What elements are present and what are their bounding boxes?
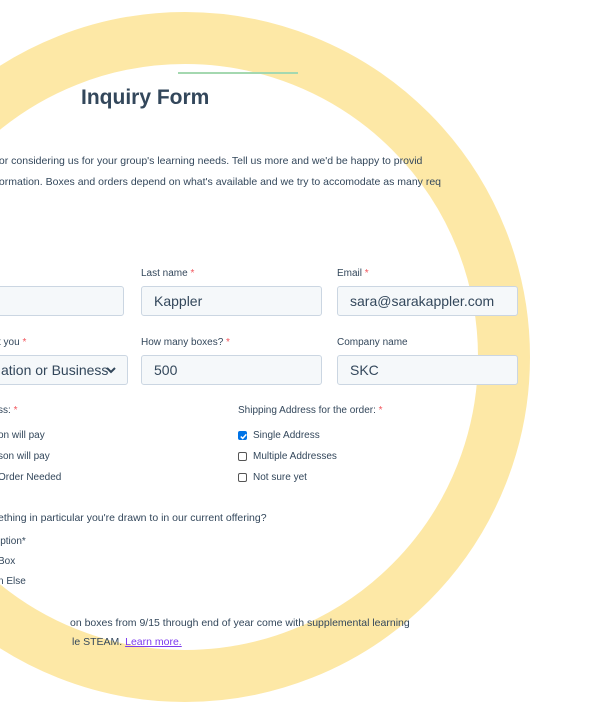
checkbox-icon[interactable] — [238, 473, 247, 482]
payment-option[interactable]: on will pay — [0, 430, 45, 441]
last-name-input[interactable]: Kappler — [141, 286, 322, 316]
about-you-select[interactable]: ation or Business — [0, 355, 128, 385]
offering-option[interactable]: Box — [0, 556, 15, 567]
about-you-selected-value: ation or Business — [1, 362, 109, 378]
boxes-label: How many boxes? * — [141, 337, 230, 348]
screenshot-stage: Inquiry Form for considering us for your… — [0, 0, 589, 721]
intro-text-line-1: for considering us for your group's lear… — [0, 155, 423, 167]
footer-note-line-1: on boxes from 9/15 through end of year c… — [70, 617, 410, 629]
company-label: Company name — [337, 337, 408, 348]
chevron-down-icon — [106, 367, 116, 374]
learn-more-link[interactable]: Learn more. — [125, 636, 182, 648]
about-you-label: t you * — [0, 337, 27, 348]
first-name-input[interactable] — [0, 286, 124, 316]
footer-note-line-2: le STEAM. Learn more. — [72, 636, 182, 648]
payment-option[interactable]: son will pay — [0, 451, 50, 462]
payment-option[interactable]: Order Needed — [0, 472, 61, 483]
page-title: Inquiry Form — [81, 86, 210, 109]
offering-option[interactable]: n Else — [0, 576, 26, 587]
shipping-option-not-sure[interactable]: Not sure yet — [238, 472, 307, 483]
email-input[interactable]: sara@sarakappler.com — [337, 286, 518, 316]
shipping-option-single[interactable]: Single Address — [238, 430, 320, 441]
intro-text-line-2: formation. Boxes and orders depend on wh… — [0, 176, 442, 188]
boxes-input[interactable]: 500 — [141, 355, 322, 385]
offering-question-label: ething in particular you're drawn to in … — [0, 512, 267, 524]
email-label: Email * — [337, 268, 369, 279]
checkbox-icon[interactable] — [238, 452, 247, 461]
payment-label: ss: * — [0, 405, 18, 416]
offering-option[interactable]: iption* — [0, 536, 26, 547]
shipping-option-multiple[interactable]: Multiple Addresses — [238, 451, 337, 462]
header-divider — [178, 72, 298, 74]
checkbox-checked-icon[interactable] — [238, 431, 247, 440]
company-input[interactable]: SKC — [337, 355, 518, 385]
inquiry-form: Inquiry Form for considering us for your… — [0, 0, 589, 721]
shipping-label: Shipping Address for the order: * — [238, 405, 383, 416]
last-name-label: Last name * — [141, 268, 195, 279]
